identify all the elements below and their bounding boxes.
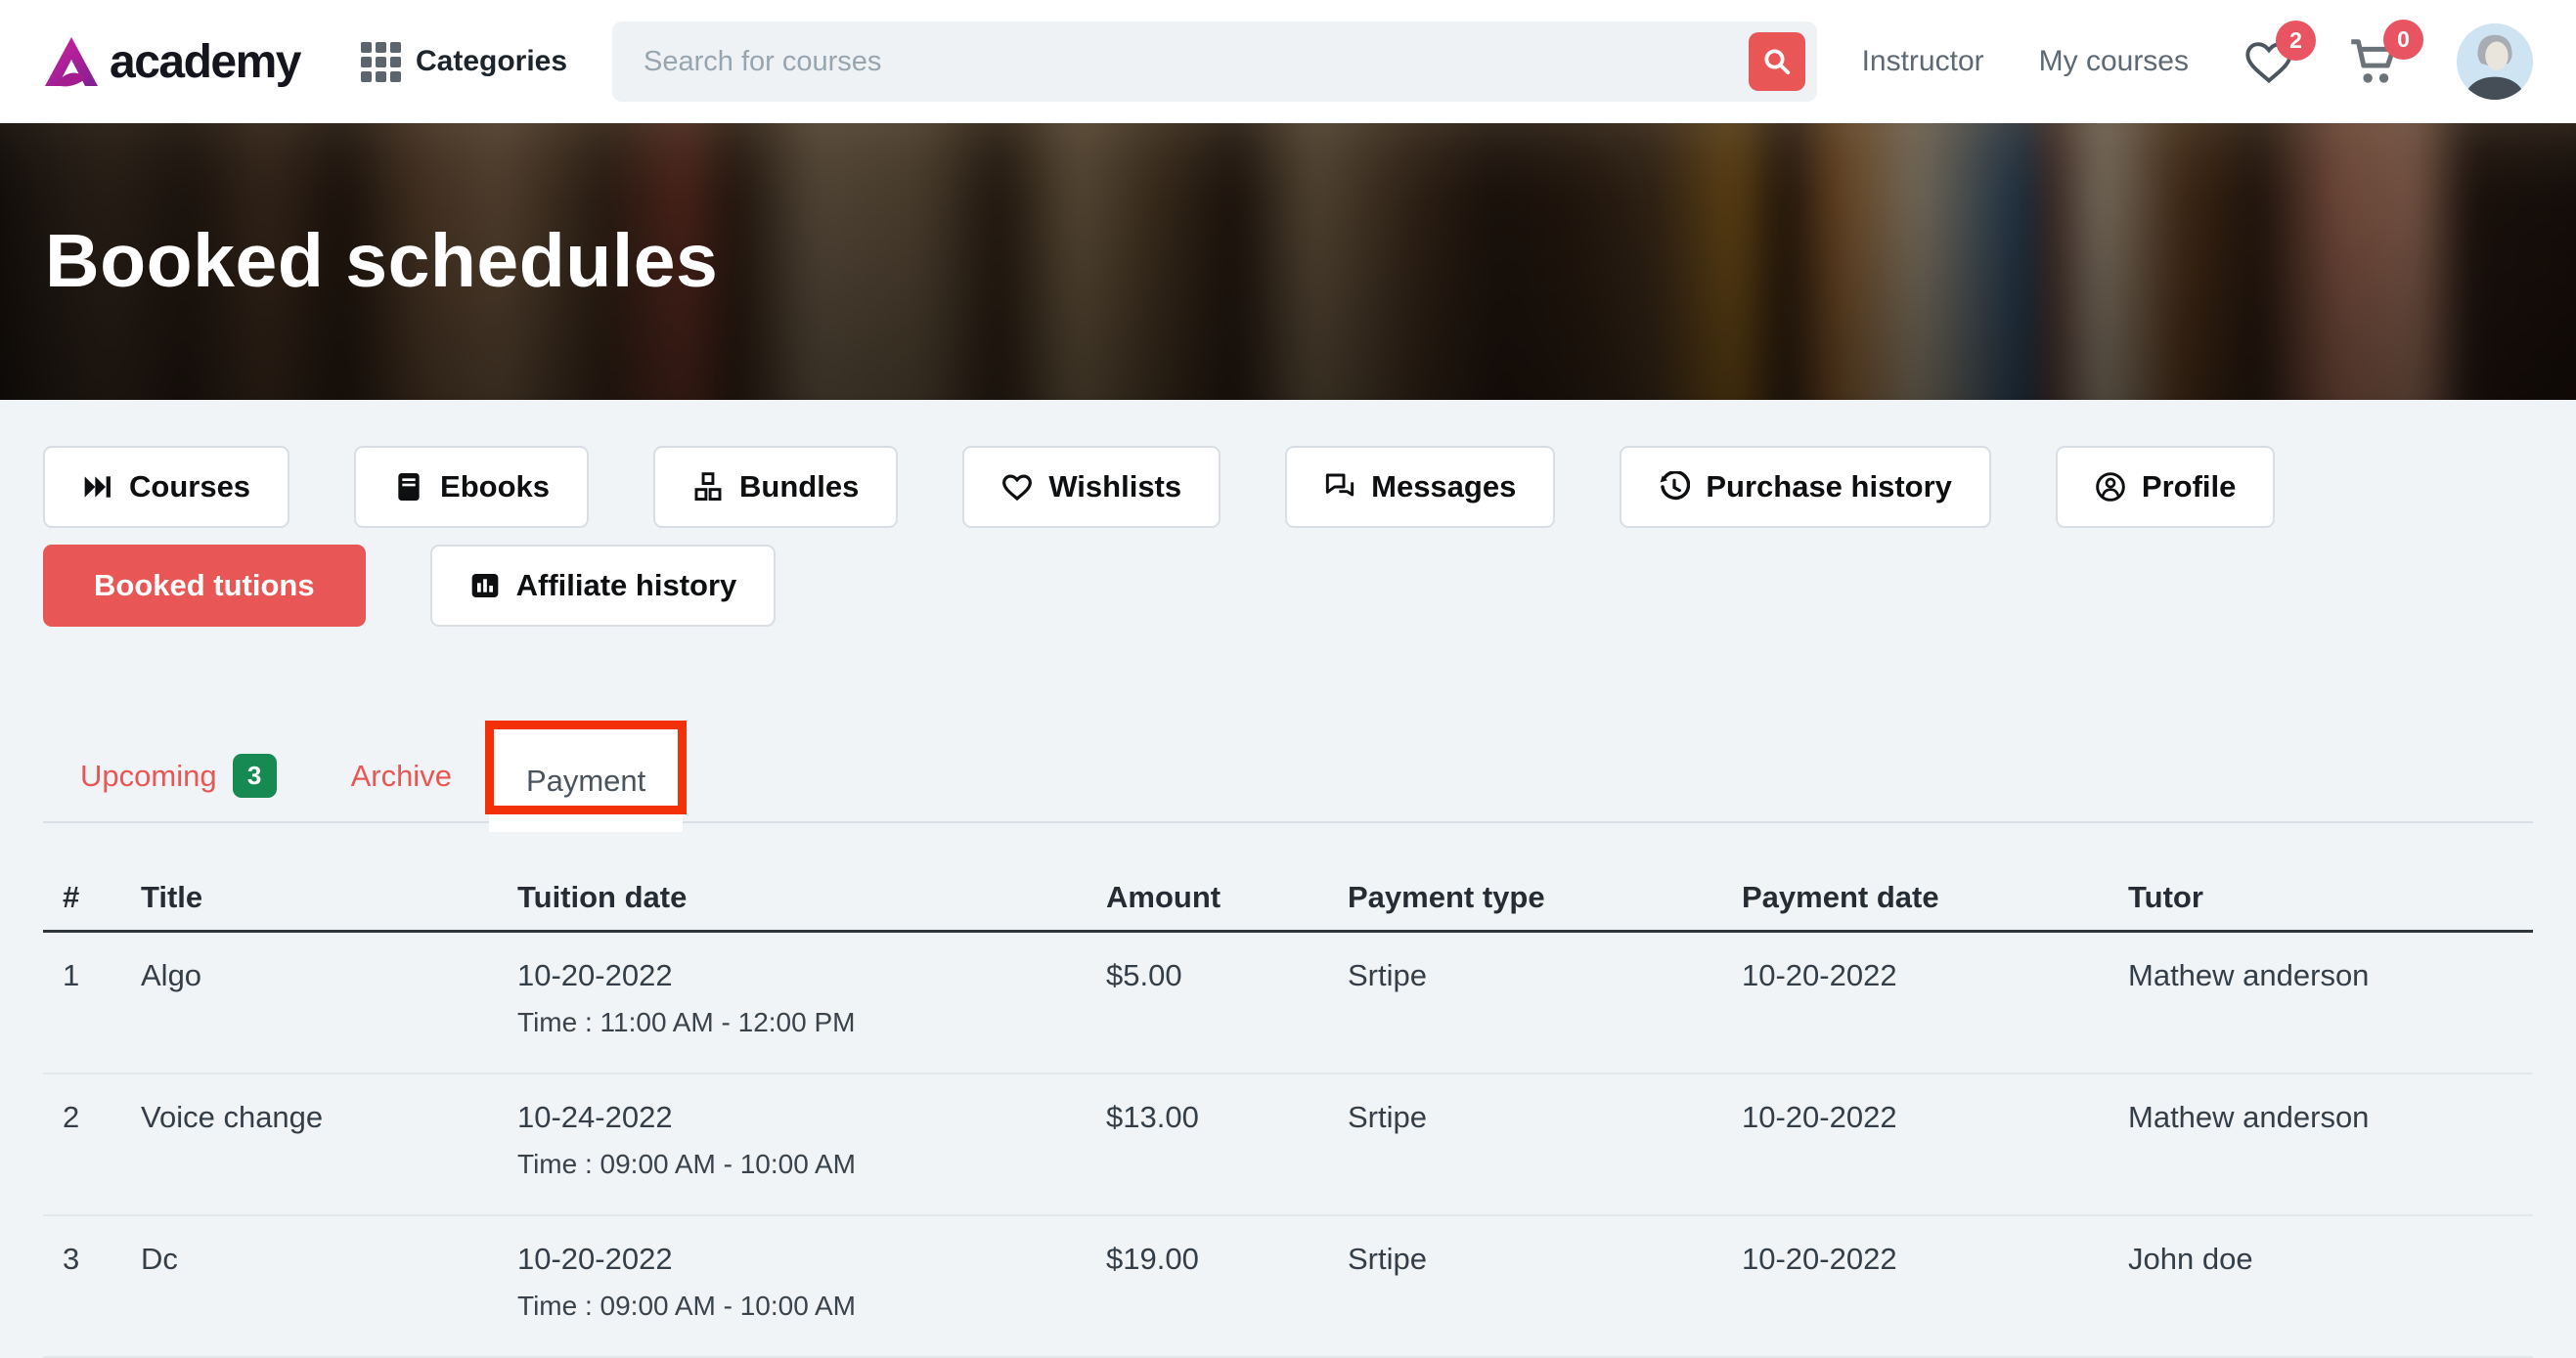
- main-content: Courses Ebooks Bundles Wishlists Message…: [0, 446, 2576, 1358]
- column-header-amount: Amount: [1106, 879, 1221, 914]
- cell-payment-date: 10-20-2022: [1742, 1100, 1897, 1134]
- column-header-tuition-date: Tuition date: [517, 879, 688, 914]
- cell-payment-type: Srtipe: [1348, 1100, 1427, 1134]
- skip-forward-icon: [84, 476, 111, 498]
- cell-tuition-date: 10-24-2022 Time : 09:00 AM - 10:00 AM: [517, 1100, 1106, 1180]
- search-input[interactable]: [612, 22, 1817, 102]
- cell-payment-date: 10-20-2022: [1742, 958, 1897, 992]
- logo[interactable]: academy: [43, 35, 301, 89]
- wishlist-count-badge: 2: [2276, 21, 2316, 61]
- page-title: Booked schedules: [45, 219, 719, 303]
- table-row: 1 Algo 10-20-2022 Time : 11:00 AM - 12:0…: [43, 933, 2533, 1074]
- cell-amount: $19.00: [1106, 1242, 1199, 1276]
- wishlists-button[interactable]: Wishlists: [962, 446, 1221, 528]
- tab-payment[interactable]: Payment: [484, 721, 688, 832]
- upcoming-count-badge: 3: [232, 754, 277, 798]
- messages-button[interactable]: Messages: [1285, 446, 1556, 528]
- cell-title: Algo: [141, 958, 202, 992]
- courses-button[interactable]: Courses: [43, 446, 290, 528]
- cart-button[interactable]: 0: [2349, 20, 2423, 86]
- bar-chart-icon: [471, 574, 498, 597]
- cell-tuition-date: 10-20-2022 Time : 11:00 AM - 12:00 PM: [517, 958, 1106, 1038]
- categories-grid-icon: [360, 41, 401, 82]
- cell-tutor: Mathew anderson: [2128, 1100, 2370, 1134]
- cell-payment-date: 10-20-2022: [1742, 1242, 1897, 1276]
- menu-label: Purchase history: [1706, 469, 1952, 504]
- table-row: 2 Voice change 10-24-2022 Time : 09:00 A…: [43, 1074, 2533, 1216]
- user-avatar[interactable]: [2457, 23, 2533, 100]
- column-header-title: Title: [141, 879, 203, 914]
- menu-label: Booked tutions: [94, 568, 315, 602]
- heart-icon: [1002, 474, 1033, 502]
- person-circle-icon: [2096, 472, 2125, 502]
- affiliate-history-button[interactable]: Affiliate history: [429, 545, 777, 627]
- column-header-num: #: [63, 879, 80, 914]
- menu-label: Wishlists: [1048, 469, 1182, 504]
- cell-tutor: Mathew anderson: [2128, 958, 2370, 992]
- cell-tuition-date: 10-20-2022 Time : 09:00 AM - 10:00 AM: [517, 1242, 1106, 1322]
- ebooks-button[interactable]: Ebooks: [354, 446, 590, 528]
- bundles-button[interactable]: Bundles: [653, 446, 899, 528]
- cell-num: 2: [63, 1100, 80, 1134]
- column-header-payment-type: Payment type: [1348, 879, 1545, 914]
- tuition-date: 10-24-2022: [517, 1100, 673, 1134]
- logo-icon: [45, 37, 98, 87]
- menu-label: Affiliate history: [515, 568, 737, 602]
- history-icon: [1660, 471, 1691, 501]
- chat-icon: [1325, 473, 1355, 497]
- cell-title: Dc: [141, 1242, 178, 1276]
- book-icon: [398, 473, 420, 501]
- boxes-icon: [694, 472, 722, 502]
- cell-amount: $5.00: [1106, 958, 1182, 992]
- tuition-time: Time : 11:00 AM - 12:00 PM: [517, 1007, 856, 1037]
- column-header-payment-date: Payment date: [1742, 879, 1939, 914]
- cart-count-badge: 0: [2383, 20, 2423, 60]
- tab-label: Archive: [350, 758, 452, 793]
- tuition-time: Time : 09:00 AM - 10:00 AM: [517, 1291, 857, 1321]
- tab-archive[interactable]: Archive: [314, 730, 489, 821]
- categories-label: Categories: [415, 45, 568, 77]
- schedule-tabs: Upcoming 3 Archive Payment: [43, 721, 2533, 832]
- top-navbar: academy Categories Instructor My courses…: [0, 0, 2576, 123]
- booked-tutions-button[interactable]: Booked tutions: [43, 545, 366, 627]
- menu-label: Bundles: [739, 469, 860, 504]
- tuition-time: Time : 09:00 AM - 10:00 AM: [517, 1149, 857, 1179]
- profile-button[interactable]: Profile: [2055, 446, 2276, 528]
- search-icon: [1764, 49, 1790, 75]
- menu-row-2: Booked tutions Affiliate history: [43, 545, 2533, 627]
- table-row: 3 Dc 10-20-2022 Time : 09:00 AM - 10:00 …: [43, 1216, 2533, 1358]
- wishlist-button[interactable]: 2: [2243, 21, 2316, 85]
- cell-payment-type: Srtipe: [1348, 1242, 1427, 1276]
- navbar-links: Instructor My courses 2 0: [1862, 20, 2533, 100]
- instructor-link[interactable]: Instructor: [1862, 45, 1984, 78]
- payments-table: # Title Tuition date Amount Payment type…: [43, 864, 2533, 1358]
- tab-label: Payment: [525, 764, 646, 798]
- menu-label: Messages: [1371, 469, 1517, 504]
- tuition-date: 10-20-2022: [517, 958, 673, 992]
- tab-upcoming[interactable]: Upcoming 3: [43, 730, 314, 821]
- menu-label: Ebooks: [440, 469, 551, 504]
- my-courses-link[interactable]: My courses: [2039, 45, 2189, 78]
- menu-row-1: Courses Ebooks Bundles Wishlists Message…: [43, 446, 2533, 528]
- menu-label: Profile: [2141, 469, 2237, 504]
- purchase-history-button[interactable]: Purchase history: [1620, 446, 1991, 528]
- tuition-date: 10-20-2022: [517, 1242, 673, 1276]
- categories-button[interactable]: Categories: [360, 41, 568, 82]
- account-menu: Courses Ebooks Bundles Wishlists Message…: [43, 446, 2533, 627]
- table-header-row: # Title Tuition date Amount Payment type…: [43, 864, 2533, 933]
- cell-payment-type: Srtipe: [1348, 958, 1427, 992]
- column-header-tutor: Tutor: [2128, 879, 2203, 914]
- cell-tutor: John doe: [2128, 1242, 2253, 1276]
- menu-label: Courses: [129, 469, 251, 504]
- cell-title: Voice change: [141, 1100, 324, 1134]
- hero-banner: Booked schedules: [0, 123, 2576, 400]
- search-bar: [612, 22, 1817, 102]
- cell-num: 1: [63, 958, 80, 992]
- logo-text: academy: [110, 35, 301, 88]
- cell-amount: $13.00: [1106, 1100, 1199, 1134]
- cell-num: 3: [63, 1242, 80, 1276]
- avatar-image: [2457, 23, 2533, 100]
- search-button[interactable]: [1748, 32, 1805, 91]
- tab-label: Upcoming: [80, 758, 217, 793]
